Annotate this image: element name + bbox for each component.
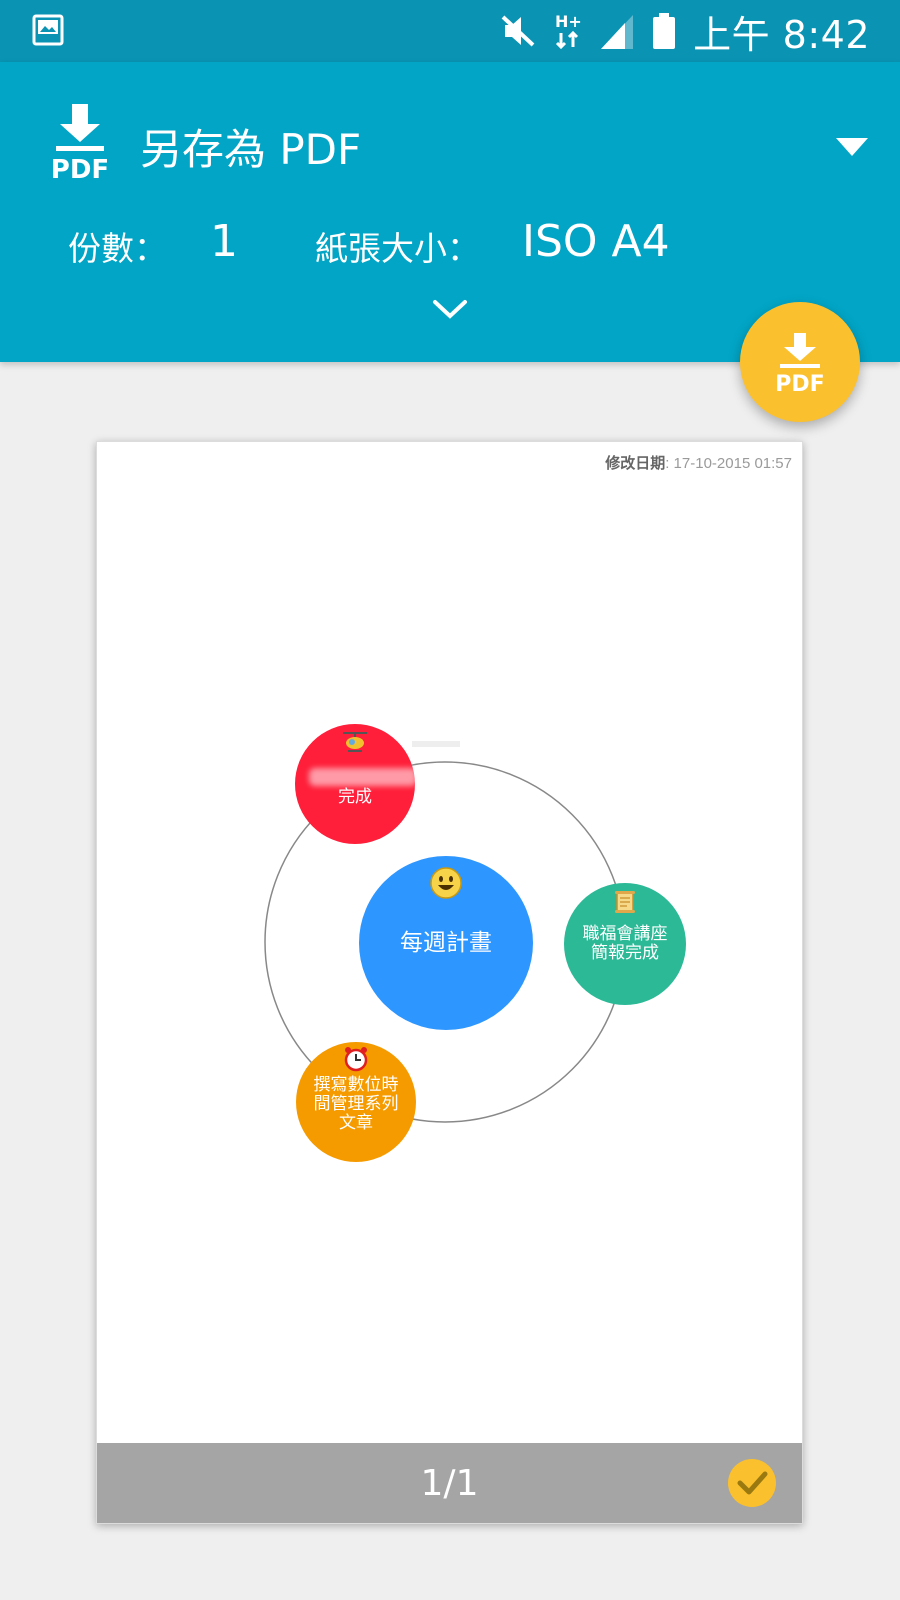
node-red-redacted — [309, 768, 417, 786]
copies-value[interactable]: 1 — [210, 216, 238, 267]
smiley-icon — [430, 867, 462, 899]
node-red-label: 完成 — [338, 787, 372, 807]
node-center: 每週計畫 — [359, 856, 533, 1030]
pdf-download-icon: PDF — [775, 333, 825, 393]
page-selected-check[interactable] — [728, 1459, 776, 1507]
node-green-label-line1: 職福會講座 — [582, 924, 668, 944]
svg-text:H+: H+ — [555, 12, 582, 31]
battery-icon — [653, 13, 676, 49]
fab-label: PDF — [775, 372, 824, 393]
save-pdf-button[interactable]: PDF — [740, 302, 860, 422]
scroll-icon — [615, 891, 635, 913]
redaction-strip — [412, 741, 460, 747]
node-green-label-line2: 簡報完成 — [591, 943, 659, 963]
dropdown-arrow-icon[interactable] — [832, 132, 872, 162]
pdf-printer-icon: PDF — [51, 104, 109, 182]
signal-icon — [601, 15, 634, 49]
checkmark-icon — [737, 1471, 768, 1495]
mute-icon — [501, 15, 535, 47]
helicopter-icon — [343, 732, 367, 752]
page-footer: 1/1 — [97, 1443, 802, 1523]
hplus-data-icon: H+ — [555, 12, 582, 50]
paper-size-value[interactable]: ISO A4 — [522, 216, 670, 267]
node-green: 職福會講座 簡報完成 — [564, 883, 686, 1005]
page-preview[interactable]: 修改日期: 17-10-2015 01:57 完成 職福會講座 簡報完成 撰寫數… — [96, 441, 803, 1524]
expand-options-chevron-icon[interactable] — [431, 296, 469, 322]
node-orange-label-line2: 間管理系列 — [313, 1094, 399, 1114]
node-red: 完成 — [295, 724, 417, 844]
image-notification-icon — [32, 14, 64, 46]
node-orange: 撰寫數位時 間管理系列 文章 — [296, 1042, 416, 1162]
status-time: 上午 8:42 — [693, 12, 870, 57]
printer-select[interactable]: 另存為 PDF — [140, 116, 361, 177]
alarm-clock-icon — [344, 1047, 368, 1072]
paper-size-label: 紙張大小： — [315, 229, 480, 268]
node-orange-label-line3: 文章 — [339, 1113, 373, 1133]
node-center-label: 每週計畫 — [400, 930, 492, 956]
svg-text:PDF: PDF — [51, 155, 109, 182]
page-number: 1/1 — [420, 1463, 479, 1504]
status-bar: H+ 上午 8:42 — [0, 0, 900, 62]
copies-label: 份數： — [68, 229, 167, 268]
node-orange-label-line1: 撰寫數位時 — [313, 1075, 399, 1095]
